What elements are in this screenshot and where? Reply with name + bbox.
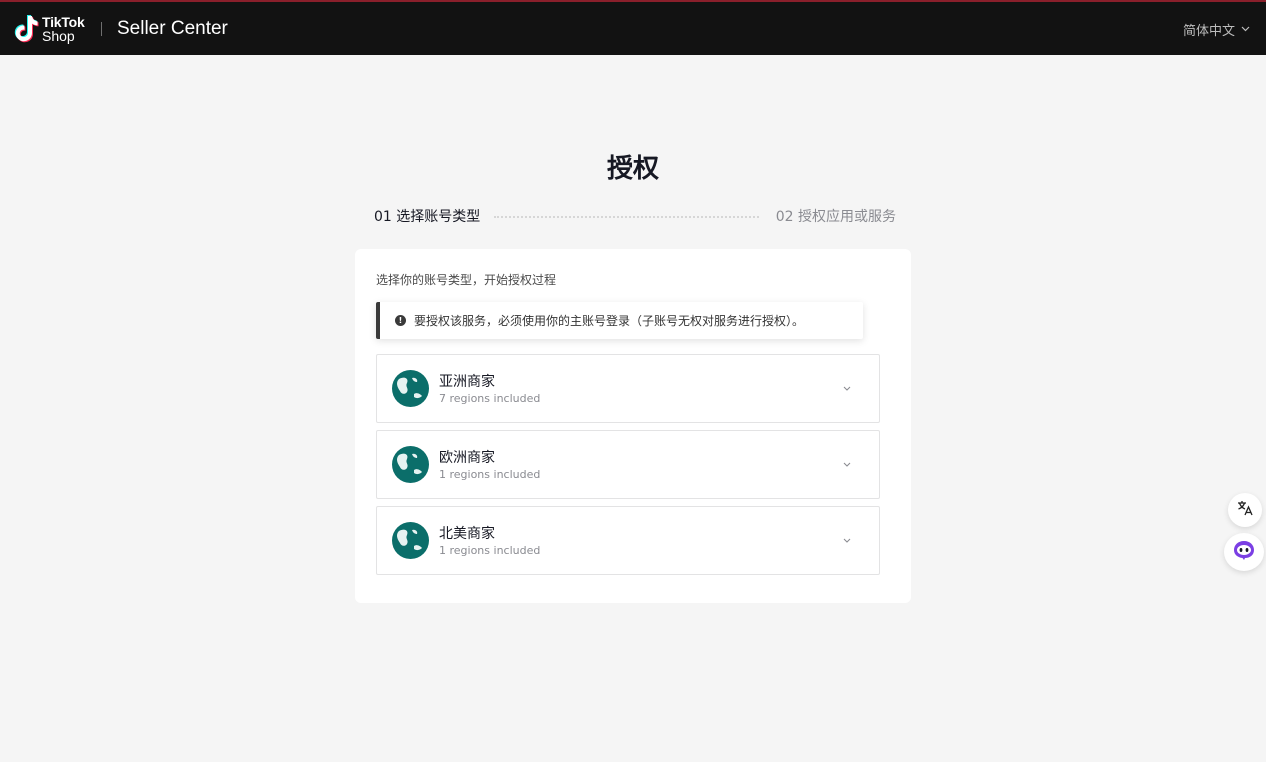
language-label: 简体中文 (1182, 24, 1235, 39)
notice-banner: ! 要授权该服务，必须使用你的主账号登录（子账号无权对服务进行授权）。 (376, 302, 863, 339)
chevron-down-icon[interactable] (841, 455, 853, 467)
region-name: 北美商家 (439, 526, 495, 542)
header-divider (101, 22, 102, 36)
region-count: 7 regions included (439, 392, 541, 405)
chevron-down-icon[interactable] (841, 379, 853, 391)
step-2-label: 02 授权应用或服务 (775, 209, 896, 225)
logo-line-2: Shop (42, 28, 75, 44)
globe-icon (392, 522, 429, 559)
assistant-bot-icon (1232, 539, 1256, 565)
tiktok-note-icon (14, 14, 40, 44)
chevron-down-icon[interactable] (841, 531, 853, 543)
card-description: 选择你的账号类型，开始授权过程 (376, 273, 557, 287)
globe-icon (392, 370, 429, 407)
top-header: TikTok Shop Seller Center 简体中文 (0, 0, 1266, 55)
account-type-card: 选择你的账号类型，开始授权过程 ! 要授权该服务，必须使用你的主账号登录（子账号… (355, 249, 911, 603)
tiktok-shop-logo[interactable]: TikTok Shop (14, 14, 85, 44)
language-selector[interactable]: 简体中文 (1183, 20, 1250, 39)
region-name: 亚洲商家 (439, 374, 495, 390)
logo-line-1: TikTok (42, 14, 85, 30)
region-count: 1 regions included (439, 544, 541, 557)
translate-button[interactable] (1228, 493, 1262, 527)
assistant-button[interactable] (1224, 533, 1264, 571)
stepper: 01 选择账号类型 02 授权应用或服务 (374, 206, 896, 226)
info-icon: ! (395, 315, 406, 326)
chevron-down-icon (1241, 24, 1250, 35)
seller-center-title: Seller Center (117, 18, 228, 39)
region-option-asia[interactable]: 亚洲商家 7 regions included (376, 354, 880, 423)
page-title: 授权 (606, 154, 659, 184)
notice-text: 要授权该服务，必须使用你的主账号登录（子账号无权对服务进行授权）。 (414, 314, 805, 328)
region-option-europe[interactable]: 欧洲商家 1 regions included (376, 430, 880, 499)
step-1-label: 01 选择账号类型 (374, 209, 481, 225)
step-connector (494, 216, 759, 218)
region-option-north-america[interactable]: 北美商家 1 regions included (376, 506, 880, 575)
logo-wordmark: TikTok Shop (42, 15, 85, 43)
region-name: 欧洲商家 (439, 450, 495, 466)
region-count: 1 regions included (439, 468, 541, 481)
translate-icon (1236, 499, 1254, 521)
globe-icon (392, 446, 429, 483)
